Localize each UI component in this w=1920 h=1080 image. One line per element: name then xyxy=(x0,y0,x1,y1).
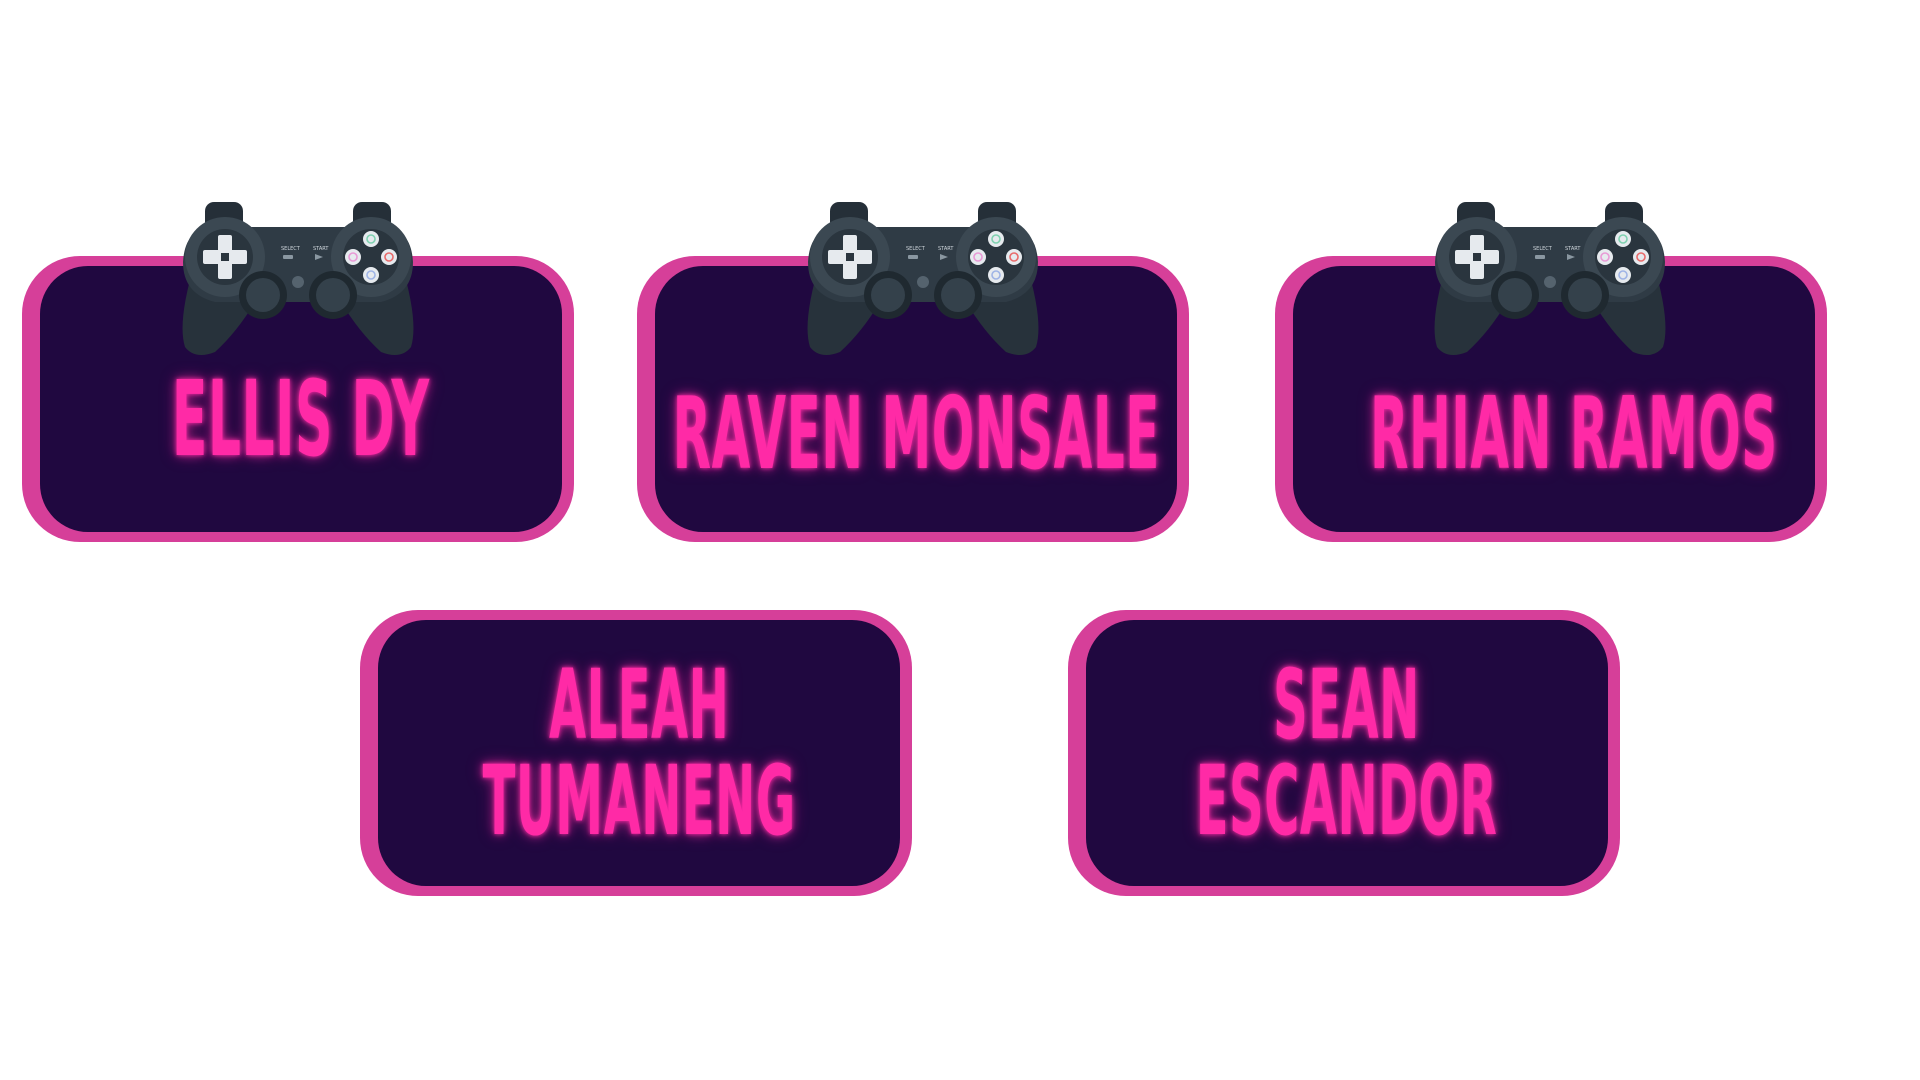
name-card-sean-escandor: SEAN ESCANDOR xyxy=(1068,610,1620,896)
player-name-line: RHIAN RAMOS xyxy=(1370,375,1778,492)
svg-text:START: START xyxy=(938,246,954,252)
player-name-line: ALEAH xyxy=(548,649,730,761)
player-name: ALEAH TUMANENG xyxy=(482,657,795,849)
gamepad-icon: SELECT START xyxy=(1434,202,1666,356)
player-name: SEAN ESCANDOR xyxy=(1196,657,1498,849)
player-name: RHIAN RAMOS xyxy=(1370,384,1778,484)
name-card-aleah-tumaneng: ALEAH TUMANENG xyxy=(360,610,912,896)
player-name-line: RAVEN MONSALE xyxy=(672,375,1160,492)
player-name: RAVEN MONSALE xyxy=(672,384,1159,484)
player-name-line: TUMANENG xyxy=(482,745,796,857)
name-cards-canvas: ELLIS DY RAVEN MONSALE RHIAN RAMOS ALEAH… xyxy=(0,0,1920,1080)
player-name: ELLIS DY xyxy=(172,367,430,471)
player-name-line: ELLIS DY xyxy=(172,358,430,480)
svg-text:SELECT: SELECT xyxy=(1533,246,1553,252)
svg-text:SELECT: SELECT xyxy=(906,246,926,252)
player-name-line: SEAN xyxy=(1273,649,1421,761)
gamepad-icon: SELECT START xyxy=(182,202,414,356)
svg-text:SELECT: SELECT xyxy=(281,246,301,252)
svg-text:START: START xyxy=(1565,246,1581,252)
name-card-panel: ALEAH TUMANENG xyxy=(378,620,900,886)
name-card-panel: SEAN ESCANDOR xyxy=(1086,620,1608,886)
gamepad-icon: SELECT START xyxy=(807,202,1039,356)
svg-text:START: START xyxy=(313,246,329,252)
player-name-line: ESCANDOR xyxy=(1196,745,1498,857)
